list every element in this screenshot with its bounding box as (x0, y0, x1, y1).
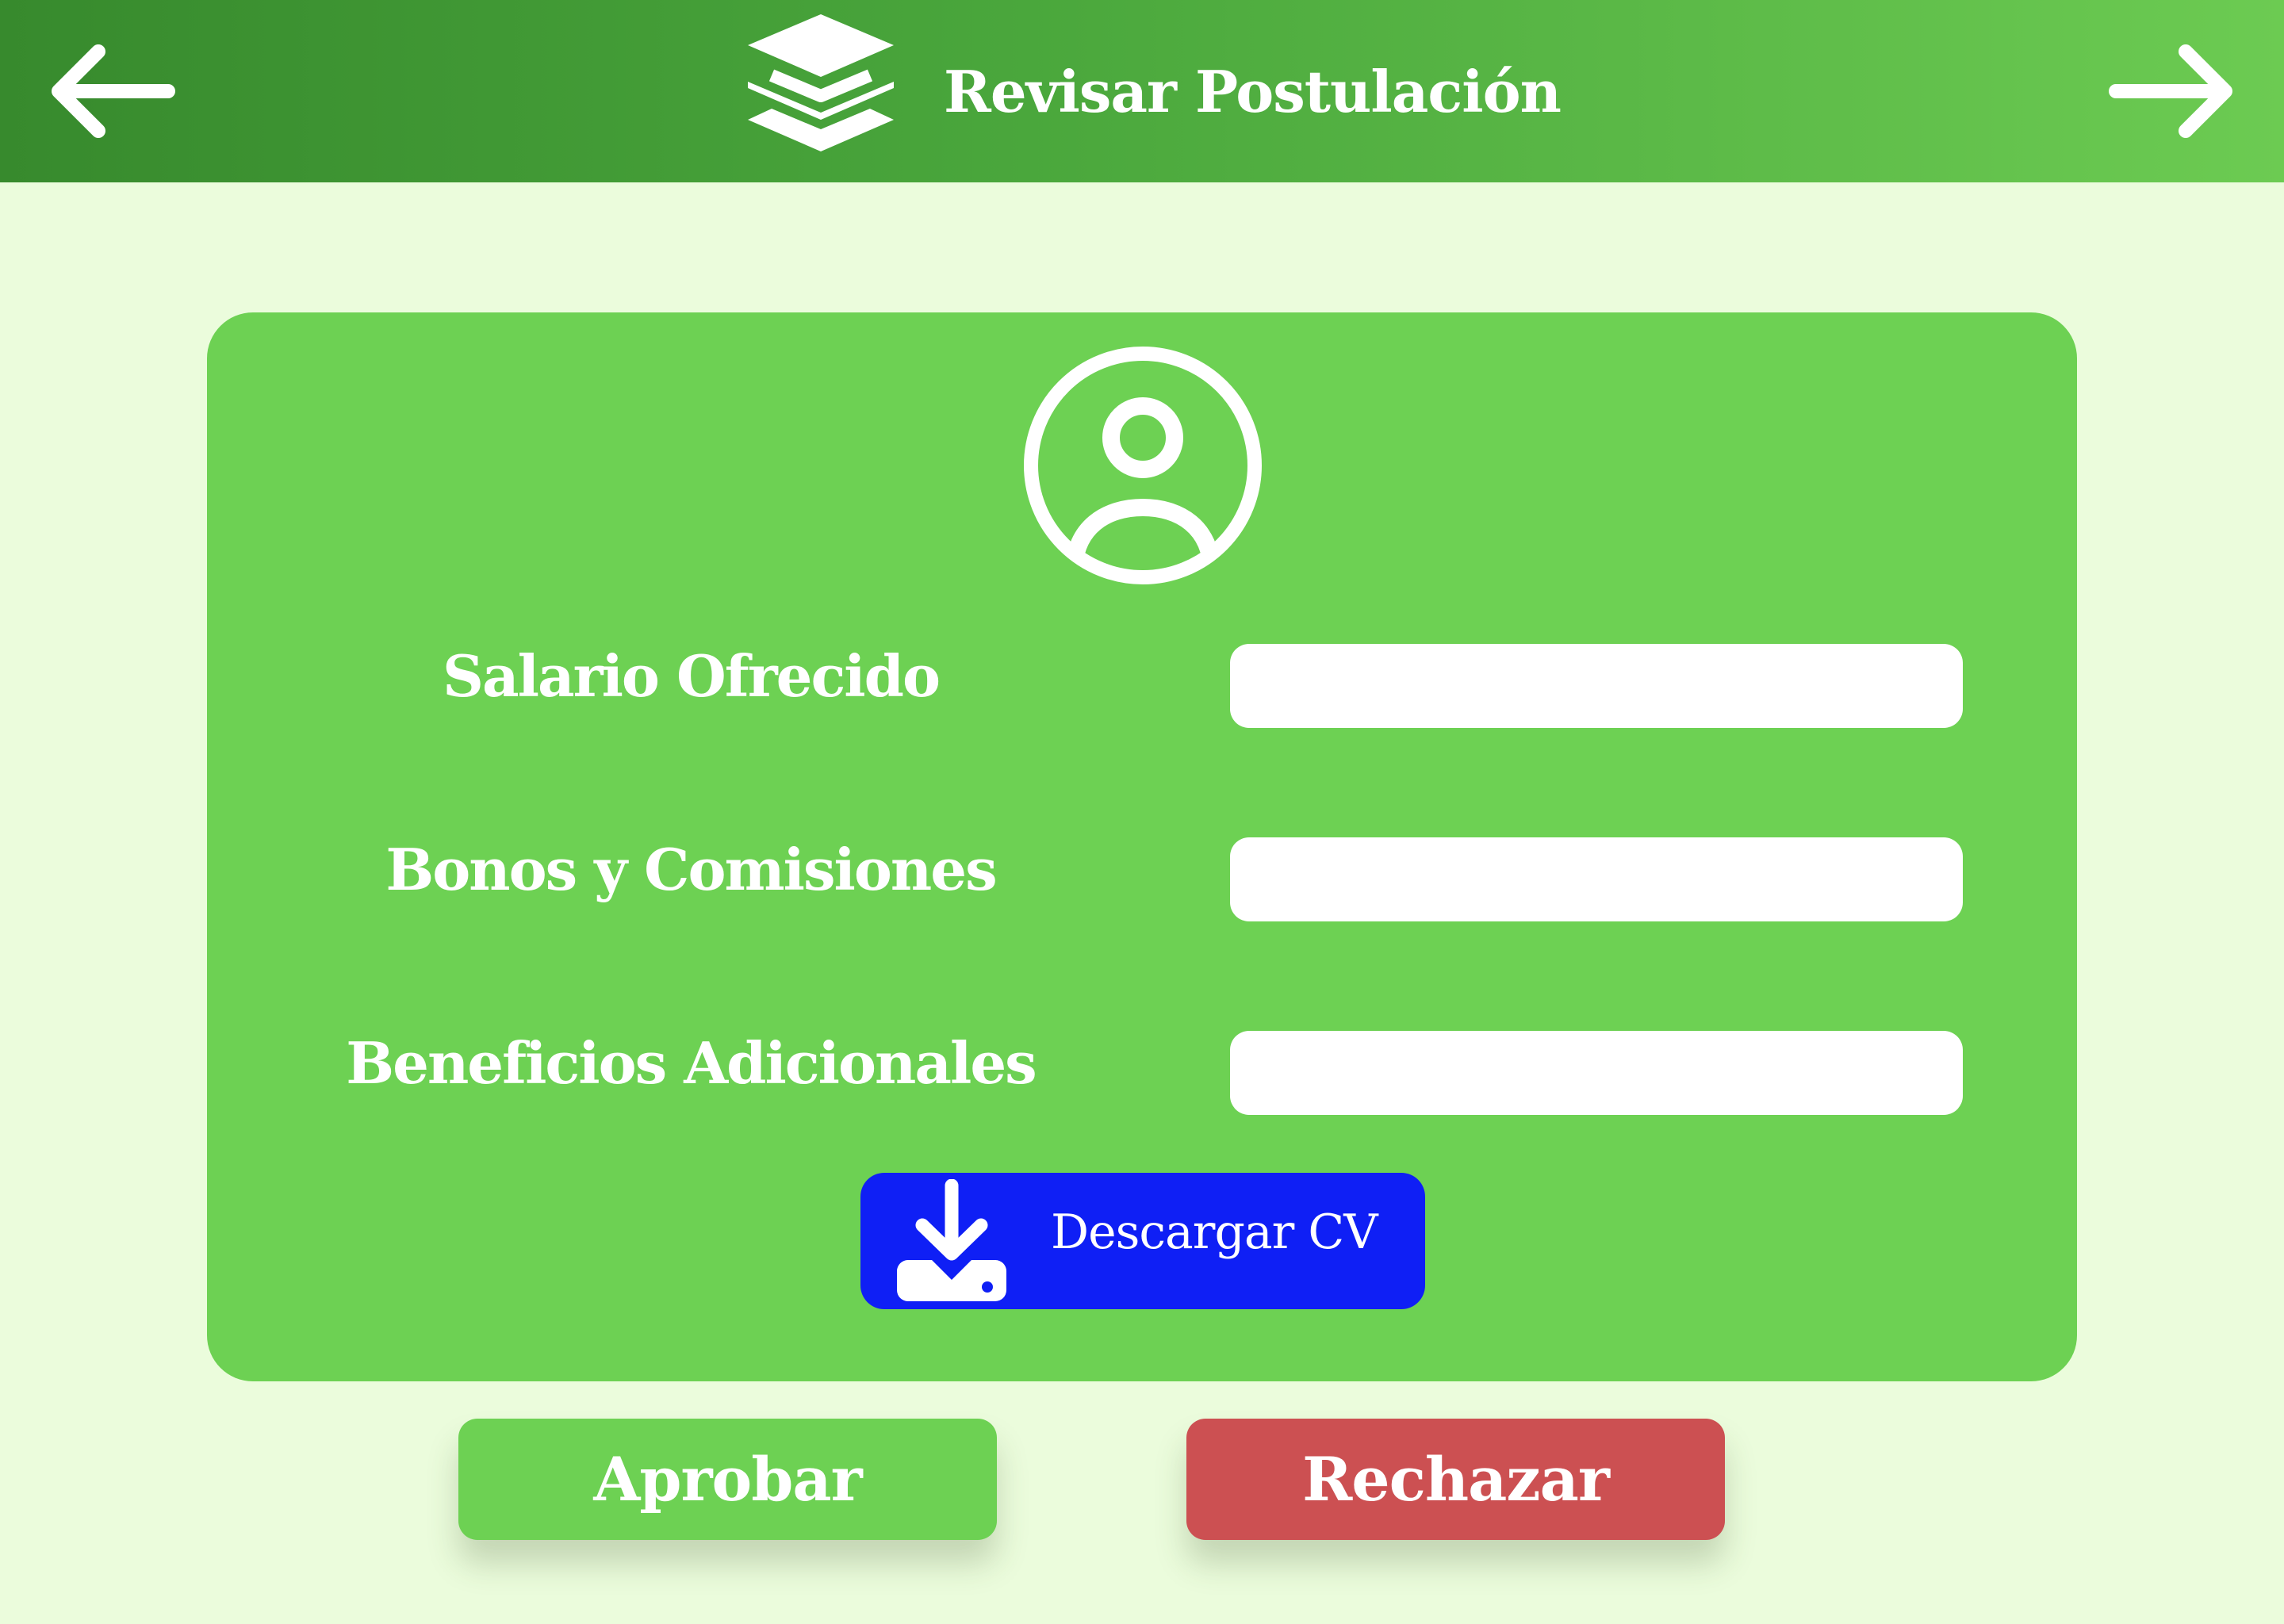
forward-button[interactable] (2100, 32, 2251, 151)
bonuses-input[interactable] (1230, 837, 1963, 921)
app-header: Revisar Postulación (0, 0, 2284, 182)
bonuses-label: Bonos y Comisiones (385, 836, 997, 903)
arrow-left-icon (52, 44, 175, 138)
benefits-input[interactable] (1230, 1031, 1963, 1115)
download-tray-icon (892, 1178, 1011, 1306)
approve-button[interactable]: Aprobar (458, 1419, 997, 1540)
download-cv-button[interactable]: Descargar CV (860, 1173, 1425, 1309)
arrow-right-icon (2109, 44, 2232, 138)
application-card: Salario Ofrecido Bonos y Comisiones Bene… (207, 312, 2077, 1381)
user-circle-icon (1020, 343, 1266, 588)
layers-icon (742, 12, 900, 170)
reject-button[interactable]: Rechazar (1186, 1419, 1725, 1540)
salary-label: Salario Ofrecido (442, 642, 941, 710)
page-title: Revisar Postulación (944, 57, 1562, 125)
back-button[interactable] (33, 32, 184, 151)
salary-input[interactable] (1230, 644, 1963, 728)
benefits-label: Beneficios Adicionales (346, 1029, 1037, 1097)
download-cv-label: Descargar CV (1051, 1205, 1378, 1260)
header-title-group: Revisar Postulación (742, 12, 1562, 170)
